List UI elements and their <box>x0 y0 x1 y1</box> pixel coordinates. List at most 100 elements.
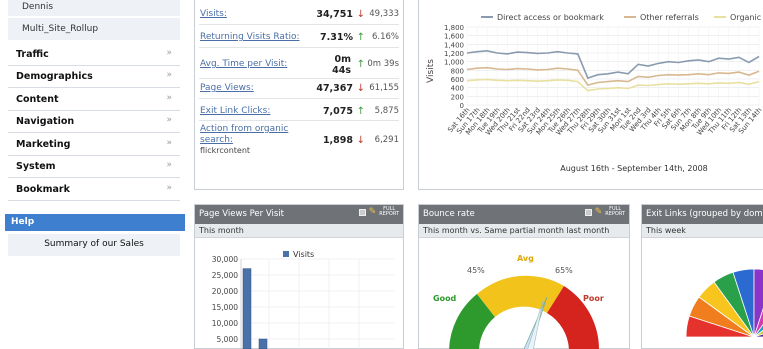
sidebar-subitem-label: Multi_Site_Rollup <box>22 24 99 34</box>
y-tick-label: 1,400 <box>444 41 464 49</box>
pv-widget: Page Views Per Visit ✎ FULL REPORT This m… <box>194 204 404 349</box>
legend-label: Organic <box>730 13 761 22</box>
y-tick-label: 1,200 <box>444 50 464 58</box>
exit-widget-header: Exit Links (grouped by dom <box>642 205 763 224</box>
edit-icon[interactable]: ✎ <box>595 207 603 217</box>
arrow-up-icon: ↑ <box>356 32 365 43</box>
gauge-avg-label: Avg <box>517 254 534 263</box>
stat-value: 7,075 <box>322 106 353 117</box>
sidebar: Dennis Multi_Site_Rollup Traffic » Demogr… <box>0 0 188 343</box>
stat-compare: 61,155 <box>369 83 399 93</box>
stat-compare: 6.16% <box>371 32 399 42</box>
arrow-down-icon: ↓ <box>356 9 365 20</box>
sidebar-item-label: Demographics <box>16 71 93 82</box>
stat-label-line2[interactable]: search: <box>200 135 233 146</box>
bar <box>258 338 268 349</box>
sidebar-item-label: Marketing <box>16 139 71 150</box>
y-tick-label: 1,600 <box>444 33 464 41</box>
bounce-widget: Bounce rate ✎ FULL REPORT This month vs. … <box>418 204 630 349</box>
help-header[interactable]: Help <box>5 214 185 231</box>
pie-chart <box>685 268 763 338</box>
sidebar-item-bookmark[interactable]: Bookmark » <box>8 179 180 201</box>
chart-subtitle: August 16th - September 14th, 2008 <box>560 164 708 173</box>
bounce-gauge: Avg 45% 65% Good Poor <box>433 254 604 349</box>
stat-compare: 5,875 <box>374 106 399 116</box>
line-chart: Direct access or bookmark Other referrals… <box>426 13 763 173</box>
divider <box>199 24 399 25</box>
full-report-button[interactable]: FULL REPORT <box>605 207 625 217</box>
summary-link[interactable]: Summary of our Sales <box>8 234 180 256</box>
y-tick-label: 1,000 <box>444 59 464 67</box>
sidebar-subitem-label: Dennis <box>22 2 54 12</box>
sidebar-item-system[interactable]: System » <box>8 156 180 178</box>
sidebar-item-label: Navigation <box>16 116 75 127</box>
divider <box>199 47 399 48</box>
arrow-down-icon: ↓ <box>356 135 365 146</box>
y-tick-label: 30,000 <box>212 255 238 264</box>
summary-label: Summary of our Sales <box>44 239 144 249</box>
sidebar-item-navigation[interactable]: Navigation » <box>8 111 180 133</box>
bounce-widget-header: Bounce rate ✎ FULL REPORT <box>419 205 629 224</box>
pv-widget-title: Page Views Per Visit <box>199 209 284 219</box>
gauge-poor-label: Poor <box>583 294 604 303</box>
stat-sublabel: flickrcontent <box>200 146 251 155</box>
help-label: Help <box>11 217 35 227</box>
chevron-right-icon: » <box>166 115 172 125</box>
exit-widget-title: Exit Links (grouped by dom <box>646 209 763 219</box>
chevron-right-icon: » <box>166 93 172 103</box>
sidebar-subitem-multi-site-rollup[interactable]: Multi_Site_Rollup <box>8 18 180 40</box>
chevron-right-icon: » <box>166 160 172 170</box>
sidebar-item-label: System <box>16 161 56 172</box>
divider <box>199 120 399 121</box>
chevron-right-icon: » <box>166 70 172 80</box>
legend-label: Visits <box>293 250 314 259</box>
y-tick-label: 200 <box>451 93 464 101</box>
divider <box>199 78 399 79</box>
y-tick-label: 10,000 <box>212 319 238 328</box>
sidebar-item-content[interactable]: Content » <box>8 89 180 111</box>
y-tick-label: 400 <box>451 85 464 93</box>
y-tick-label: 1,800 <box>444 24 464 32</box>
stat-compare: 0m 39s <box>367 59 399 69</box>
y-tick-label: 20,000 <box>212 287 238 296</box>
full-report-button[interactable]: FULL REPORT <box>379 207 399 217</box>
stat-label[interactable]: Exit Link Clicks: <box>200 106 270 117</box>
stat-value: 7.31% <box>320 32 353 43</box>
edit-icon[interactable]: ✎ <box>369 207 377 217</box>
stat-label[interactable]: Returning Visits Ratio: <box>200 32 300 43</box>
stat-value: 1,898 <box>322 135 353 146</box>
stat-label[interactable]: Page Views: <box>200 83 254 94</box>
stats-panel: Visits: 34,751 ↓ 49,333 Returning Visits… <box>194 0 404 190</box>
table-icon[interactable] <box>358 208 366 216</box>
legend-swatch <box>283 251 289 257</box>
sidebar-item-marketing[interactable]: Marketing » <box>8 134 180 156</box>
legend-label: Direct access or bookmark <box>497 13 604 22</box>
bar <box>242 268 252 349</box>
arrow-up-icon: ↑ <box>356 59 365 70</box>
pv-widget-header: Page Views Per Visit ✎ FULL REPORT <box>195 205 403 224</box>
pv-widget-subheader: This month <box>195 224 403 238</box>
sidebar-item-traffic[interactable]: Traffic » <box>8 44 180 66</box>
y-tick-label: 600 <box>451 76 464 84</box>
y-tick-label: 25,000 <box>212 271 238 280</box>
chevron-right-icon: » <box>166 138 172 148</box>
stat-value-line1: 0m <box>334 54 351 65</box>
bar-chart: Visits30,00025,00020,00015,00010,0005,00… <box>212 250 395 349</box>
stat-value: 47,367 <box>316 83 353 94</box>
gauge-45-label: 45% <box>467 266 485 275</box>
sidebar-subitem-dennis[interactable]: Dennis <box>8 0 180 16</box>
stat-label-line1[interactable]: Action from organic <box>200 124 288 135</box>
gauge-good-label: Good <box>433 294 457 303</box>
stat-label[interactable]: Visits: <box>200 9 227 20</box>
y-axis-label: Visits <box>426 59 436 83</box>
legend-label: Other referrals <box>640 13 699 22</box>
table-icon[interactable] <box>584 208 592 216</box>
stat-compare: 6,291 <box>374 135 399 145</box>
divider <box>199 98 399 99</box>
chevron-right-icon: » <box>166 48 172 58</box>
sidebar-item-label: Bookmark <box>16 184 70 195</box>
stat-label[interactable]: Avg. Time per Visit: <box>200 59 287 70</box>
sidebar-item-demographics[interactable]: Demographics » <box>8 66 180 88</box>
bounce-widget-subheader: This month vs. Same partial month last m… <box>419 224 629 238</box>
stat-compare: 49,333 <box>369 9 399 19</box>
